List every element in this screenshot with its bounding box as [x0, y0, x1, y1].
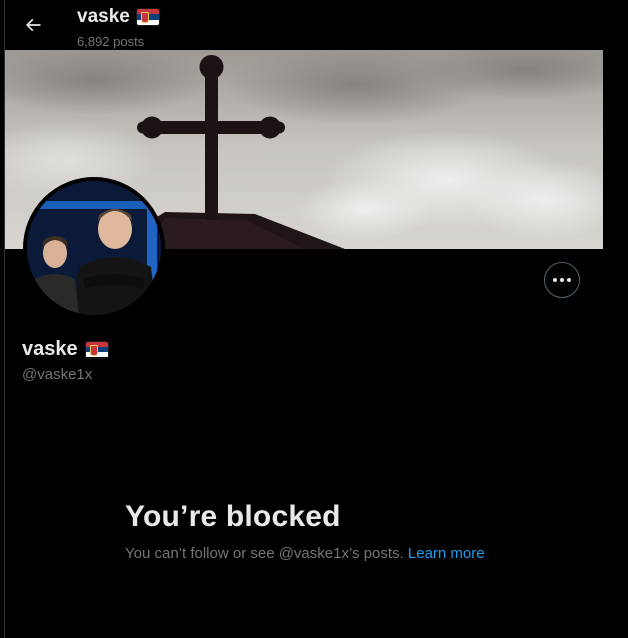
profile-display-name: vaske — [22, 338, 108, 361]
header-name-text: vaske — [77, 6, 130, 27]
back-button[interactable] — [17, 9, 49, 41]
serbia-flag-icon — [85, 341, 108, 358]
profile-column: vaske 6,892 posts vaske @vaske1x You’re … — [4, 0, 604, 638]
blocked-description-text: You can’t follow or see @vaske1x’s posts… — [125, 545, 404, 562]
arrow-left-icon — [25, 18, 41, 32]
more-horizontal-icon — [552, 278, 573, 282]
blocked-description: You can’t follow or see @vaske1x’s posts… — [125, 545, 485, 562]
right-gutter — [603, 0, 628, 638]
profile-name-text: vaske — [22, 338, 78, 360]
profile-header: vaske 6,892 posts — [5, 0, 603, 50]
blocked-title: You’re blocked — [125, 500, 341, 533]
profile-handle: @vaske1x — [22, 366, 93, 383]
header-posts-count: 6,892 posts — [77, 34, 145, 49]
learn-more-link[interactable]: Learn more — [408, 545, 485, 562]
more-options-button[interactable] — [544, 262, 580, 298]
avatar[interactable] — [23, 177, 165, 319]
header-title: vaske — [77, 6, 159, 28]
serbia-flag-icon — [136, 9, 159, 25]
avatar-image — [27, 181, 161, 315]
